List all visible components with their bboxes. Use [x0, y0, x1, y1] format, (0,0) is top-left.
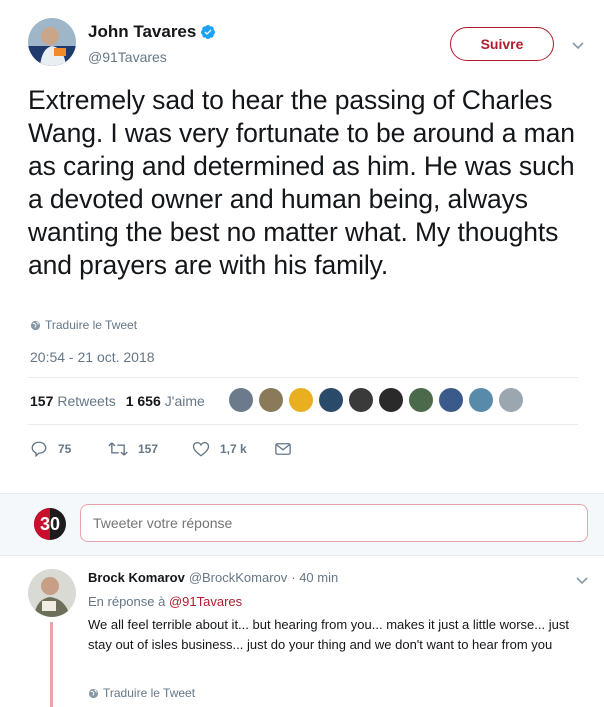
tweet-stats: 157 Retweets 1 656 J'aime — [30, 393, 215, 409]
globe-icon — [30, 320, 41, 330]
avatar[interactable]: 30 — [34, 508, 66, 540]
retweet-icon — [108, 442, 128, 456]
liker-avatar[interactable] — [409, 388, 433, 412]
reply-time[interactable]: · 40 min — [291, 570, 338, 585]
display-name[interactable]: John Tavares — [88, 22, 196, 42]
avatar[interactable] — [28, 18, 76, 66]
liker-avatar[interactable] — [469, 388, 493, 412]
reply-tweet: Brock Komarov @BrockKomarov · 40 min En … — [0, 555, 604, 707]
chevron-down-icon[interactable] — [571, 38, 585, 52]
translate-label: Traduire le Tweet — [103, 686, 196, 700]
divider — [28, 424, 578, 425]
envelope-icon — [275, 443, 291, 455]
likes-count[interactable]: 1 656 — [126, 393, 161, 409]
avatar-text: 30 — [39, 513, 61, 534]
liker-avatar[interactable] — [289, 388, 313, 412]
reply-handle[interactable]: @BrockKomarov — [189, 570, 287, 585]
follow-button[interactable]: Suivre — [450, 27, 554, 61]
liker-avatar[interactable] — [499, 388, 523, 412]
tweet-actions: 75 157 1,7 k — [30, 440, 302, 458]
liker-avatar[interactable] — [439, 388, 463, 412]
retweet-button[interactable]: 157 — [108, 440, 192, 458]
retweet-count: 157 — [138, 442, 159, 456]
timestamp[interactable]: 20:54 - 21 oct. 2018 — [30, 349, 155, 365]
liker-avatar[interactable] — [229, 388, 253, 412]
globe-icon — [88, 688, 99, 698]
reply-display-name[interactable]: Brock Komarov — [88, 570, 185, 585]
chevron-down-icon[interactable] — [575, 573, 589, 587]
liker-avatar[interactable] — [259, 388, 283, 412]
replying-to: En réponse à @91Tavares — [88, 594, 242, 609]
direct-message-button[interactable] — [274, 440, 302, 458]
translate-label: Traduire le Tweet — [45, 318, 138, 332]
retweets-label[interactable]: Retweets — [57, 393, 115, 409]
handle[interactable]: @91Tavares — [88, 49, 167, 65]
reply-icon — [31, 441, 47, 458]
likes-label[interactable]: J'aime — [165, 393, 205, 409]
reply-header: Brock Komarov @BrockKomarov · 40 min — [88, 570, 338, 585]
avatar[interactable] — [28, 569, 76, 617]
name-row: John Tavares — [88, 22, 216, 42]
liker-avatar[interactable] — [349, 388, 373, 412]
replying-to-link[interactable]: @91Tavares — [169, 594, 242, 609]
heart-icon — [192, 441, 210, 457]
like-button[interactable]: 1,7 k — [192, 440, 274, 458]
reply-text: We all feel terrible about it... but hea… — [88, 617, 569, 652]
translate-tweet-link[interactable]: Traduire le Tweet — [30, 318, 137, 332]
reply-composer: 30 — [0, 493, 604, 555]
reply-count: 75 — [58, 442, 72, 456]
retweets-count[interactable]: 157 — [30, 393, 53, 409]
like-count: 1,7 k — [220, 442, 247, 456]
tweet-text: Extremely sad to hear the passing of Cha… — [28, 85, 575, 280]
verified-icon — [201, 25, 216, 39]
liker-avatar[interactable] — [319, 388, 343, 412]
main-tweet: John Tavares @91Tavares Suivre Extremely… — [0, 0, 604, 483]
liker-avatars — [229, 388, 529, 412]
replying-prefix: En réponse à — [88, 594, 166, 609]
liker-avatar[interactable] — [379, 388, 403, 412]
translate-tweet-link[interactable]: Traduire le Tweet — [88, 686, 195, 700]
spacer — [0, 483, 604, 493]
reply-input[interactable] — [80, 504, 588, 542]
thread-line — [50, 622, 53, 707]
reply-button[interactable]: 75 — [30, 440, 108, 458]
divider — [28, 377, 578, 378]
